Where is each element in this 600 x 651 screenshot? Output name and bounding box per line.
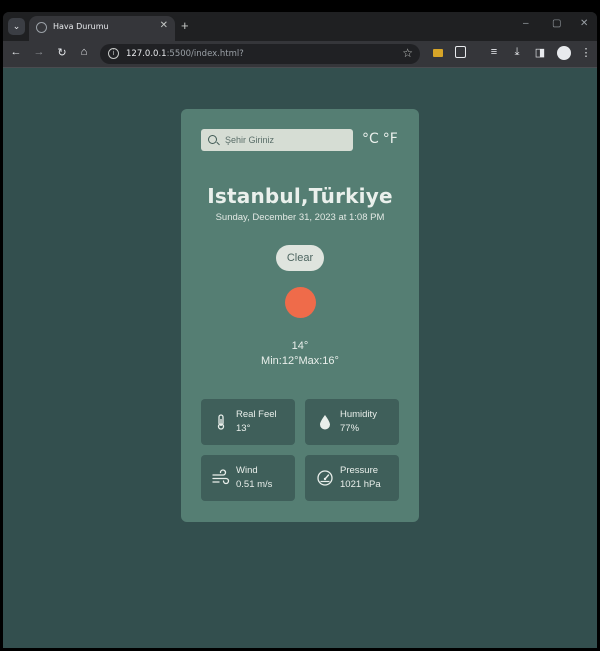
browser-window: ⌄ Hava Durumu ✕ + – ▢ ✕ ← → ↻ ⌂ i 127.0.… xyxy=(3,12,597,648)
thermometer-icon xyxy=(217,414,225,430)
sun-icon xyxy=(285,287,316,318)
wind-icon xyxy=(212,469,230,485)
tab-title: Hava Durumu xyxy=(53,22,109,31)
gauge-icon xyxy=(317,470,333,486)
tab-search-button[interactable]: ⌄ xyxy=(8,18,25,35)
unit-toggle: °C °F xyxy=(362,131,402,147)
current-temperature: 14° xyxy=(291,340,309,352)
stat-value: 1021 hPa xyxy=(340,479,381,490)
close-window-button[interactable]: ✕ xyxy=(580,18,588,29)
stat-label: Pressure xyxy=(340,465,379,476)
url-text[interactable]: 127.0.0.1:5500/index.html? xyxy=(126,49,244,59)
tab-strip: ⌄ Hava Durumu ✕ + – ▢ ✕ xyxy=(3,12,597,41)
droplet-icon xyxy=(320,415,330,430)
browser-tab[interactable]: Hava Durumu ✕ xyxy=(29,16,175,41)
site-info-icon[interactable]: i xyxy=(108,48,119,59)
city-name: Istanbul,Türkiye xyxy=(207,184,393,208)
stat-value: 13° xyxy=(236,423,251,434)
stat-label: Humidity xyxy=(340,409,377,420)
side-panel-icon[interactable]: ◨ xyxy=(533,46,547,59)
min-max-temperature: Min:12°Max:16° xyxy=(261,355,339,367)
new-tab-button[interactable]: + xyxy=(181,18,189,33)
back-icon[interactable]: ← xyxy=(9,46,23,58)
minimize-button[interactable]: – xyxy=(523,18,529,29)
stat-label: Real Feel xyxy=(236,409,277,420)
stat-label: Wind xyxy=(236,465,258,476)
tab-close-button[interactable]: ✕ xyxy=(160,20,168,31)
profile-avatar[interactable] xyxy=(557,46,571,60)
media-controls-icon[interactable]: ≡ xyxy=(487,46,501,58)
menu-kebab-icon[interactable]: ⋮ xyxy=(579,46,593,59)
city-search-input[interactable] xyxy=(225,132,347,148)
reload-icon[interactable]: ↻ xyxy=(55,46,69,59)
address-bar[interactable]: i 127.0.0.1:5500/index.html? ☆ xyxy=(100,44,420,64)
search-icon[interactable] xyxy=(208,135,217,144)
globe-icon xyxy=(36,22,47,33)
bookmark-star-icon[interactable]: ☆ xyxy=(402,46,413,60)
page-viewport: °C°F Istanbul,Türkiye Sunday, December 3… xyxy=(3,68,597,648)
fahrenheit-button[interactable]: °F xyxy=(383,131,398,147)
stat-value: 0.51 m/s xyxy=(236,479,273,490)
extension-icon[interactable] xyxy=(433,49,443,57)
condition-badge: Clear xyxy=(276,245,324,271)
stat-card-humidity: Humidity 77% xyxy=(305,399,399,445)
stat-card-pressure: Pressure 1021 hPa xyxy=(305,455,399,501)
weather-card: °C°F Istanbul,Türkiye Sunday, December 3… xyxy=(181,109,419,522)
maximize-button[interactable]: ▢ xyxy=(552,18,561,29)
stat-card-wind: Wind 0.51 m/s xyxy=(201,455,295,501)
download-icon[interactable]: ⤓ xyxy=(510,46,524,59)
stat-card-real-feel: Real Feel 13° xyxy=(201,399,295,445)
date-time: Sunday, December 31, 2023 at 1:08 PM xyxy=(215,212,385,223)
browser-toolbar: ← → ↻ ⌂ i 127.0.0.1:5500/index.html? ☆ ≡… xyxy=(3,41,597,67)
celsius-button[interactable]: °C xyxy=(362,131,379,147)
stat-value: 77% xyxy=(340,423,360,434)
home-icon[interactable]: ⌂ xyxy=(77,46,91,58)
forward-icon[interactable]: → xyxy=(32,46,46,58)
extensions-puzzle-icon[interactable] xyxy=(455,46,466,58)
city-search[interactable] xyxy=(201,129,353,151)
